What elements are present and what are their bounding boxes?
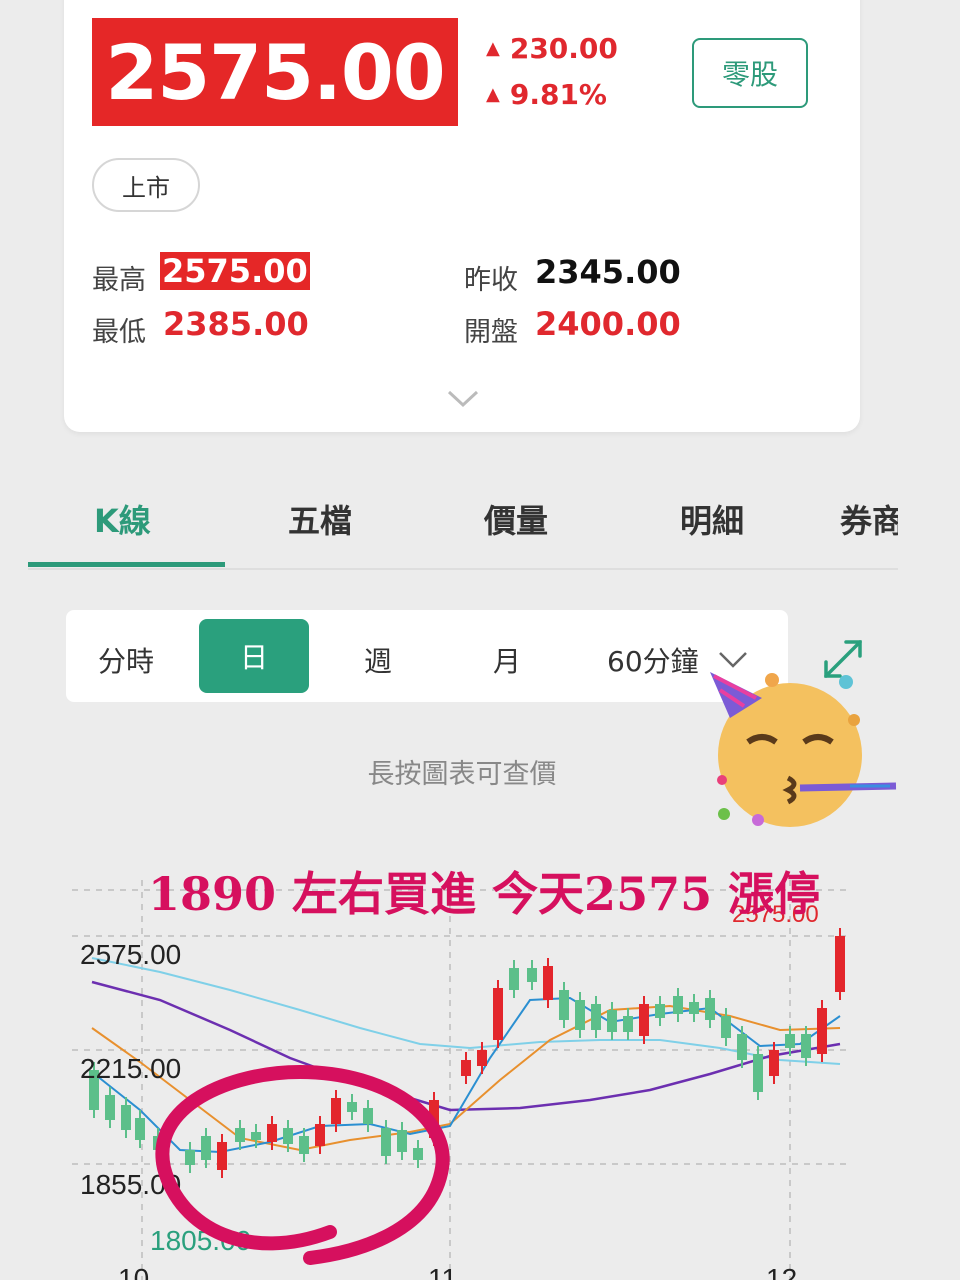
- period-day[interactable]: 日: [199, 619, 309, 693]
- low-value: 2385.00: [163, 305, 309, 343]
- y-label-mid: 2215.00: [80, 1053, 181, 1084]
- x-label-10: 10: [118, 1263, 149, 1280]
- candle: [769, 1050, 779, 1076]
- candle: [267, 1124, 277, 1142]
- tab-details[interactable]: 明細: [680, 496, 744, 542]
- prev-close-label: 昨收: [464, 265, 518, 296]
- candle: [543, 966, 553, 1000]
- candle: [509, 968, 519, 990]
- up-triangle-icon: ▲: [486, 84, 500, 105]
- candle: [737, 1034, 747, 1060]
- hand-drawn-circle: [155, 1064, 450, 1265]
- tab-active-indicator: [28, 562, 225, 567]
- high-label: 最高: [92, 265, 146, 296]
- low-label: 最低: [92, 317, 146, 348]
- candle: [493, 988, 503, 1040]
- price-change-percent: ▲ 9.81%: [486, 78, 607, 111]
- candle: [591, 1004, 601, 1030]
- open-value: 2400.00: [535, 305, 681, 343]
- candle: [315, 1124, 325, 1146]
- candle: [835, 936, 845, 992]
- period-selector: 分時 週 月 60分鐘: [66, 610, 788, 702]
- candle: [673, 996, 683, 1014]
- candle: [381, 1128, 391, 1156]
- candle: [299, 1136, 309, 1154]
- candle: [705, 998, 715, 1020]
- kline-chart[interactable]: 2575.00 2215.00 1855.00 1805.00 2575.00 …: [0, 850, 960, 1280]
- candle: [121, 1105, 131, 1130]
- candle: [559, 990, 569, 1020]
- open-label: 開盤: [464, 317, 518, 348]
- candle: [283, 1128, 293, 1144]
- period-week[interactable]: 週: [364, 640, 392, 680]
- candle: [607, 1010, 617, 1032]
- chevron-down-icon[interactable]: [446, 386, 480, 412]
- period-intraday[interactable]: 分時: [98, 640, 154, 680]
- candle: [413, 1148, 423, 1160]
- party-face-icon: [710, 672, 897, 827]
- period-60min[interactable]: 60分鐘: [607, 640, 699, 680]
- up-triangle-icon: ▲: [486, 38, 500, 59]
- tab-kline[interactable]: K線: [94, 496, 151, 542]
- tab-price-volume[interactable]: 價量: [484, 496, 548, 542]
- candle: [461, 1060, 471, 1076]
- candle: [201, 1136, 211, 1160]
- candle: [817, 1008, 827, 1054]
- high-value: 2575.00: [160, 252, 310, 290]
- market-badge: 上市: [92, 158, 200, 212]
- candle: [785, 1034, 795, 1048]
- candle: [527, 968, 537, 982]
- candle: [623, 1016, 633, 1032]
- prev-close-value: 2345.00: [535, 253, 681, 291]
- candle: [185, 1150, 195, 1165]
- ma-xlong-line: [91, 957, 841, 1065]
- candles: [89, 928, 845, 1178]
- candle: [135, 1118, 145, 1140]
- candle: [753, 1054, 763, 1092]
- candle: [477, 1050, 487, 1066]
- tab-bar: K線 五檔 價量 明細 券商: [28, 476, 898, 570]
- odd-lot-button[interactable]: 零股: [692, 38, 808, 108]
- tab-order-book[interactable]: 五檔: [288, 496, 352, 542]
- tab-brokers[interactable]: 券商: [840, 496, 898, 542]
- candle: [363, 1108, 373, 1124]
- candle: [105, 1095, 115, 1120]
- candle: [801, 1034, 811, 1058]
- candle: [251, 1132, 261, 1140]
- candle: [655, 1004, 665, 1018]
- period-month[interactable]: 月: [493, 640, 521, 680]
- candle: [397, 1130, 407, 1152]
- price-change: ▲ 230.00: [486, 32, 618, 65]
- annotation-text: 1890 左右買進 今天2575 漲停: [148, 867, 820, 921]
- x-label-12: 12: [766, 1263, 797, 1280]
- candle: [331, 1098, 341, 1124]
- candle: [235, 1128, 245, 1142]
- candle: [217, 1142, 227, 1170]
- y-label-high: 2575.00: [80, 939, 181, 970]
- x-label-11: 11: [428, 1263, 457, 1280]
- candle: [689, 1002, 699, 1014]
- candle: [721, 1016, 731, 1038]
- candle: [575, 1000, 585, 1030]
- last-price: 2575.00: [92, 18, 458, 126]
- candle: [639, 1004, 649, 1036]
- candle: [347, 1102, 357, 1112]
